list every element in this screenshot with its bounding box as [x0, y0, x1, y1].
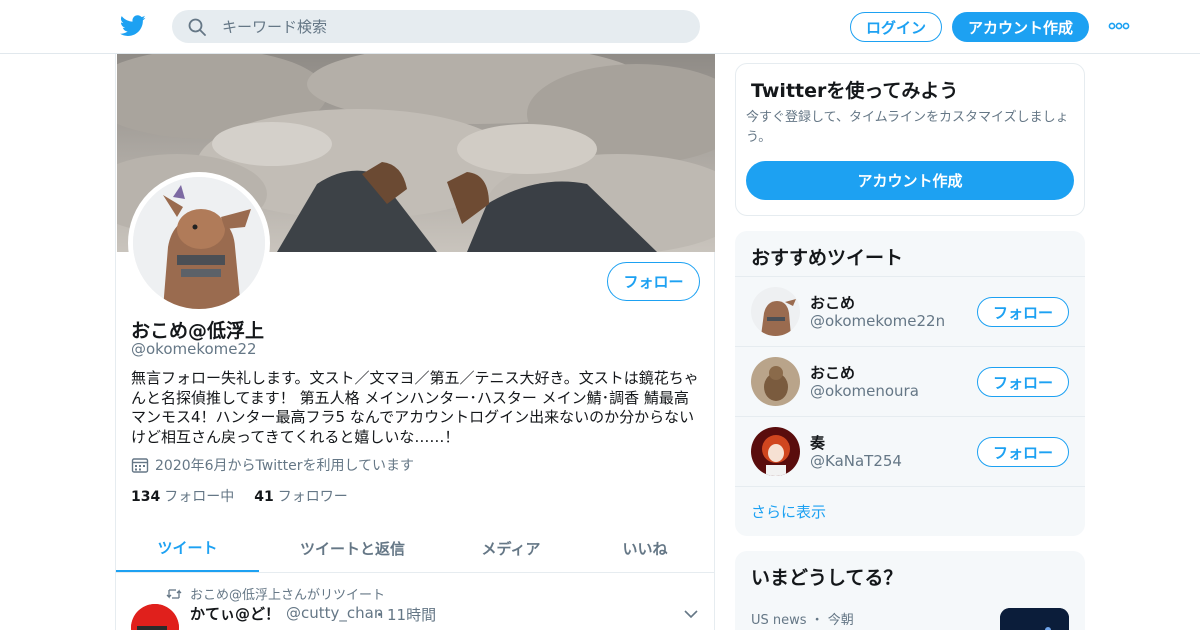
- retweet-icon: [166, 588, 182, 599]
- search-input[interactable]: [222, 10, 682, 43]
- search-icon: [188, 18, 206, 36]
- profile-column: フォロー おこめ@低浮上 @okomekome22 無言フォロー失礼します。文ス…: [115, 54, 715, 630]
- recommended-user-name[interactable]: おこめ: [810, 292, 855, 313]
- recommended-user-avatar[interactable]: [751, 287, 800, 336]
- profile-handle[interactable]: @okomekome22: [131, 340, 257, 358]
- search-box[interactable]: [172, 10, 700, 43]
- recommended-user-avatar[interactable]: [751, 427, 800, 476]
- following-label: フォロー中: [164, 489, 235, 505]
- recommended-user-handle[interactable]: @okomekome22n: [810, 312, 945, 330]
- retweet-context: おこめ@低浮上さんがリツイート: [166, 584, 385, 603]
- recommended-user-row[interactable]: おこめ @okomenoura フォロー: [735, 346, 1085, 416]
- chevron-down-icon[interactable]: [684, 609, 698, 619]
- signup-card: Twitterを使ってみよう 今すぐ登録して、タイムラインをカスタマイズしましょ…: [735, 63, 1085, 216]
- trend-thumbnail[interactable]: [1000, 608, 1069, 630]
- recommended-user-row[interactable]: 奏 @KaNaT254 フォロー: [735, 416, 1085, 486]
- joined-text: 2020年6月からTwitterを利用しています: [155, 458, 415, 474]
- recommended-follow-button[interactable]: フォロー: [977, 367, 1069, 397]
- tweet-timestamp[interactable]: ・11時間: [372, 604, 436, 625]
- profile-stats: 134 フォロー中 41 フォロワー: [131, 486, 368, 506]
- trend-meta[interactable]: US news ・ 今朝: [751, 609, 854, 628]
- tweet-author-handle[interactable]: @cutty_chan: [286, 604, 383, 622]
- profile-bio: 無言フォロー失礼します。文スト／文マヨ／第五／テニス大好き。文ストは鏡花ちゃんと…: [131, 369, 699, 446]
- recommended-card: おすすめツイート おこめ @okomekome22n フォロー おこめ @oko…: [735, 231, 1085, 536]
- profile-tabs: ツイート ツイートと返信 メディア いいね: [116, 524, 714, 573]
- profile-name: おこめ@低浮上: [131, 320, 265, 342]
- tab-likes[interactable]: いいね: [576, 524, 714, 572]
- signup-card-description: 今すぐ登録して、タイムラインをカスタマイズしましょう。: [746, 110, 1069, 145]
- signup-card-title: Twitterを使ってみよう: [751, 80, 959, 102]
- trends-title: いまどうしてる？: [751, 567, 903, 589]
- login-button[interactable]: ログイン: [850, 12, 942, 42]
- tab-tweets-and-replies[interactable]: ツイートと返信: [259, 524, 446, 572]
- tweet-author-name[interactable]: かてぃ@ど！: [190, 603, 280, 624]
- show-more-link[interactable]: さらに表示: [751, 501, 826, 522]
- recommended-user-name[interactable]: 奏: [810, 432, 825, 453]
- recommended-user-row[interactable]: おこめ @okomekome22n フォロー: [735, 276, 1085, 346]
- retweet-note[interactable]: おこめ@低浮上さんがリツイート: [190, 584, 385, 603]
- tab-media[interactable]: メディア: [446, 524, 576, 572]
- calendar-icon: [131, 458, 149, 473]
- followers-label: フォロワー: [277, 489, 348, 505]
- followers-count: 41: [254, 489, 274, 505]
- create-account-button[interactable]: アカウント作成: [746, 161, 1074, 200]
- recommended-title: おすすめツイート: [751, 247, 904, 269]
- recommended-follow-button[interactable]: フォロー: [977, 297, 1069, 327]
- top-navigation-bar: ログイン アカウント作成: [0, 0, 1200, 54]
- trends-card: いまどうしてる？ US news ・ 今朝: [735, 551, 1085, 630]
- following-stat[interactable]: 134 フォロー中: [131, 486, 234, 506]
- followers-stat[interactable]: 41 フォロワー: [254, 486, 347, 506]
- profile-avatar[interactable]: [128, 172, 270, 314]
- recommended-user-handle[interactable]: @KaNaT254: [810, 452, 902, 470]
- following-count: 134: [131, 489, 161, 505]
- more-options-icon[interactable]: [1108, 20, 1130, 32]
- recommended-follow-button[interactable]: フォロー: [977, 437, 1069, 467]
- twitter-logo-icon[interactable]: [120, 14, 146, 38]
- profile-joined-date: 2020年6月からTwitterを利用しています: [131, 455, 414, 475]
- recommended-user-name[interactable]: おこめ: [810, 362, 855, 383]
- recommended-user-handle[interactable]: @okomenoura: [810, 382, 919, 400]
- signup-button[interactable]: アカウント作成: [952, 12, 1089, 42]
- tweet-author-avatar[interactable]: [131, 604, 179, 630]
- recommended-user-avatar[interactable]: [751, 357, 800, 406]
- follow-button[interactable]: フォロー: [607, 262, 700, 301]
- tab-tweets[interactable]: ツイート: [116, 524, 259, 572]
